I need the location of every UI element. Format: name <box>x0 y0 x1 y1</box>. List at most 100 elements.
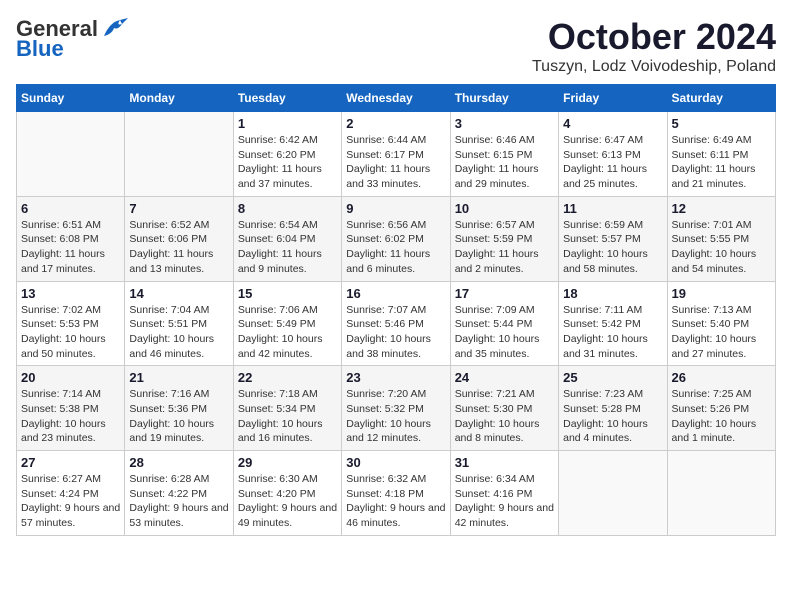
calendar-cell: 16 Sunrise: 7:07 AM Sunset: 5:46 PM Dayli… <box>342 281 450 366</box>
day-info: Sunrise: 6:54 AM Sunset: 6:04 PM Dayligh… <box>238 218 337 277</box>
calendar-cell: 7 Sunrise: 6:52 AM Sunset: 6:06 PM Daylig… <box>125 196 233 281</box>
calendar-cell: 6 Sunrise: 6:51 AM Sunset: 6:08 PM Daylig… <box>17 196 125 281</box>
calendar-cell: 28Sunrise: 6:28 AM Sunset: 4:22 PM Dayli… <box>125 451 233 536</box>
day-number: 8 <box>238 201 337 216</box>
calendar-cell: 19Sunrise: 7:13 AM Sunset: 5:40 PM Dayli… <box>667 281 775 366</box>
logo-blue: Blue <box>16 36 64 62</box>
calendar-cell: 11 Sunrise: 6:59 AM Sunset: 5:57 PM Dayli… <box>559 196 667 281</box>
day-number: 15 <box>238 286 337 301</box>
calendar-cell: 15 Sunrise: 7:06 AM Sunset: 5:49 PM Dayli… <box>233 281 341 366</box>
calendar-cell: 26 Sunrise: 7:25 AM Sunset: 5:26 PM Dayli… <box>667 366 775 451</box>
calendar-cell: 20 Sunrise: 7:14 AM Sunset: 5:38 PM Dayli… <box>17 366 125 451</box>
day-number: 14 <box>129 286 228 301</box>
day-info: Sunrise: 6:28 AM Sunset: 4:22 PM Dayligh… <box>129 472 228 531</box>
day-info: Sunrise: 6:32 AM Sunset: 4:18 PM Dayligh… <box>346 472 445 531</box>
calendar-cell: 5 Sunrise: 6:49 AM Sunset: 6:11 PM Daylig… <box>667 112 775 197</box>
day-info: Sunrise: 6:42 AM Sunset: 6:20 PM Dayligh… <box>238 133 337 192</box>
calendar-cell: 23 Sunrise: 7:20 AM Sunset: 5:32 PM Dayli… <box>342 366 450 451</box>
day-info: Sunrise: 7:25 AM Sunset: 5:26 PM Dayligh… <box>672 387 771 446</box>
calendar-cell <box>559 451 667 536</box>
day-info: Sunrise: 6:27 AM Sunset: 4:24 PM Dayligh… <box>21 472 120 531</box>
calendar-body: 1 Sunrise: 6:42 AM Sunset: 6:20 PM Daylig… <box>17 112 776 536</box>
day-number: 30 <box>346 455 445 470</box>
weekday-header-friday: Friday <box>559 85 667 112</box>
day-info: Sunrise: 7:20 AM Sunset: 5:32 PM Dayligh… <box>346 387 445 446</box>
day-number: 26 <box>672 370 771 385</box>
day-info: Sunrise: 6:57 AM Sunset: 5:59 PM Dayligh… <box>455 218 554 277</box>
day-info: Sunrise: 6:56 AM Sunset: 6:02 PM Dayligh… <box>346 218 445 277</box>
day-info: Sunrise: 7:04 AM Sunset: 5:51 PM Dayligh… <box>129 303 228 362</box>
calendar-cell <box>667 451 775 536</box>
calendar-cell: 24 Sunrise: 7:21 AM Sunset: 5:30 PM Dayli… <box>450 366 558 451</box>
calendar-cell: 9 Sunrise: 6:56 AM Sunset: 6:02 PM Daylig… <box>342 196 450 281</box>
calendar-header-row: SundayMondayTuesdayWednesdayThursdayFrid… <box>17 85 776 112</box>
day-number: 7 <box>129 201 228 216</box>
calendar-cell: 2Sunrise: 6:44 AM Sunset: 6:17 PM Daylig… <box>342 112 450 197</box>
calendar-week-5: 27 Sunrise: 6:27 AM Sunset: 4:24 PM Dayli… <box>17 451 776 536</box>
day-number: 11 <box>563 201 662 216</box>
day-number: 16 <box>346 286 445 301</box>
day-number: 21 <box>129 370 228 385</box>
day-number: 24 <box>455 370 554 385</box>
day-info: Sunrise: 7:01 AM Sunset: 5:55 PM Dayligh… <box>672 218 771 277</box>
day-info: Sunrise: 6:46 AM Sunset: 6:15 PM Dayligh… <box>455 133 554 192</box>
calendar-cell: 3 Sunrise: 6:46 AM Sunset: 6:15 PM Daylig… <box>450 112 558 197</box>
day-info: Sunrise: 7:16 AM Sunset: 5:36 PM Dayligh… <box>129 387 228 446</box>
weekday-header-wednesday: Wednesday <box>342 85 450 112</box>
day-info: Sunrise: 6:59 AM Sunset: 5:57 PM Dayligh… <box>563 218 662 277</box>
page-header: General Blue October 2024 Tuszyn, Lodz V… <box>16 16 776 76</box>
weekday-header-thursday: Thursday <box>450 85 558 112</box>
day-number: 31 <box>455 455 554 470</box>
day-number: 20 <box>21 370 120 385</box>
day-info: Sunrise: 7:21 AM Sunset: 5:30 PM Dayligh… <box>455 387 554 446</box>
calendar-cell: 12 Sunrise: 7:01 AM Sunset: 5:55 PM Dayli… <box>667 196 775 281</box>
month-title: October 2024 <box>532 16 776 58</box>
day-number: 17 <box>455 286 554 301</box>
day-info: Sunrise: 6:49 AM Sunset: 6:11 PM Dayligh… <box>672 133 771 192</box>
day-info: Sunrise: 7:18 AM Sunset: 5:34 PM Dayligh… <box>238 387 337 446</box>
day-number: 29 <box>238 455 337 470</box>
calendar-cell <box>125 112 233 197</box>
calendar-cell: 29 Sunrise: 6:30 AM Sunset: 4:20 PM Dayli… <box>233 451 341 536</box>
day-number: 3 <box>455 116 554 131</box>
day-info: Sunrise: 7:09 AM Sunset: 5:44 PM Dayligh… <box>455 303 554 362</box>
weekday-header-tuesday: Tuesday <box>233 85 341 112</box>
day-number: 1 <box>238 116 337 131</box>
calendar-table: SundayMondayTuesdayWednesdayThursdayFrid… <box>16 84 776 536</box>
calendar-cell: 31 Sunrise: 6:34 AM Sunset: 4:16 PM Dayli… <box>450 451 558 536</box>
day-number: 13 <box>21 286 120 301</box>
day-info: Sunrise: 7:06 AM Sunset: 5:49 PM Dayligh… <box>238 303 337 362</box>
day-number: 6 <box>21 201 120 216</box>
day-info: Sunrise: 6:44 AM Sunset: 6:17 PM Dayligh… <box>346 133 445 192</box>
calendar-cell: 22Sunrise: 7:18 AM Sunset: 5:34 PM Dayli… <box>233 366 341 451</box>
calendar-cell: 17 Sunrise: 7:09 AM Sunset: 5:44 PM Dayli… <box>450 281 558 366</box>
day-info: Sunrise: 7:14 AM Sunset: 5:38 PM Dayligh… <box>21 387 120 446</box>
day-info: Sunrise: 7:11 AM Sunset: 5:42 PM Dayligh… <box>563 303 662 362</box>
day-number: 4 <box>563 116 662 131</box>
calendar-week-1: 1 Sunrise: 6:42 AM Sunset: 6:20 PM Daylig… <box>17 112 776 197</box>
day-info: Sunrise: 7:23 AM Sunset: 5:28 PM Dayligh… <box>563 387 662 446</box>
calendar-week-4: 20 Sunrise: 7:14 AM Sunset: 5:38 PM Dayli… <box>17 366 776 451</box>
calendar-cell: 21 Sunrise: 7:16 AM Sunset: 5:36 PM Dayli… <box>125 366 233 451</box>
day-info: Sunrise: 7:07 AM Sunset: 5:46 PM Dayligh… <box>346 303 445 362</box>
calendar-cell: 10Sunrise: 6:57 AM Sunset: 5:59 PM Dayli… <box>450 196 558 281</box>
day-number: 23 <box>346 370 445 385</box>
day-number: 19 <box>672 286 771 301</box>
title-block: October 2024 Tuszyn, Lodz Voivodeship, P… <box>532 16 776 76</box>
day-info: Sunrise: 6:52 AM Sunset: 6:06 PM Dayligh… <box>129 218 228 277</box>
calendar-week-3: 13Sunrise: 7:02 AM Sunset: 5:53 PM Dayli… <box>17 281 776 366</box>
day-info: Sunrise: 6:30 AM Sunset: 4:20 PM Dayligh… <box>238 472 337 531</box>
day-number: 12 <box>672 201 771 216</box>
day-number: 9 <box>346 201 445 216</box>
weekday-header-saturday: Saturday <box>667 85 775 112</box>
calendar-cell: 14 Sunrise: 7:04 AM Sunset: 5:51 PM Dayli… <box>125 281 233 366</box>
weekday-header-monday: Monday <box>125 85 233 112</box>
day-info: Sunrise: 6:47 AM Sunset: 6:13 PM Dayligh… <box>563 133 662 192</box>
location: Tuszyn, Lodz Voivodeship, Poland <box>532 58 776 76</box>
day-info: Sunrise: 6:34 AM Sunset: 4:16 PM Dayligh… <box>455 472 554 531</box>
day-info: Sunrise: 6:51 AM Sunset: 6:08 PM Dayligh… <box>21 218 120 277</box>
day-number: 18 <box>563 286 662 301</box>
day-number: 27 <box>21 455 120 470</box>
calendar-week-2: 6 Sunrise: 6:51 AM Sunset: 6:08 PM Daylig… <box>17 196 776 281</box>
day-number: 5 <box>672 116 771 131</box>
